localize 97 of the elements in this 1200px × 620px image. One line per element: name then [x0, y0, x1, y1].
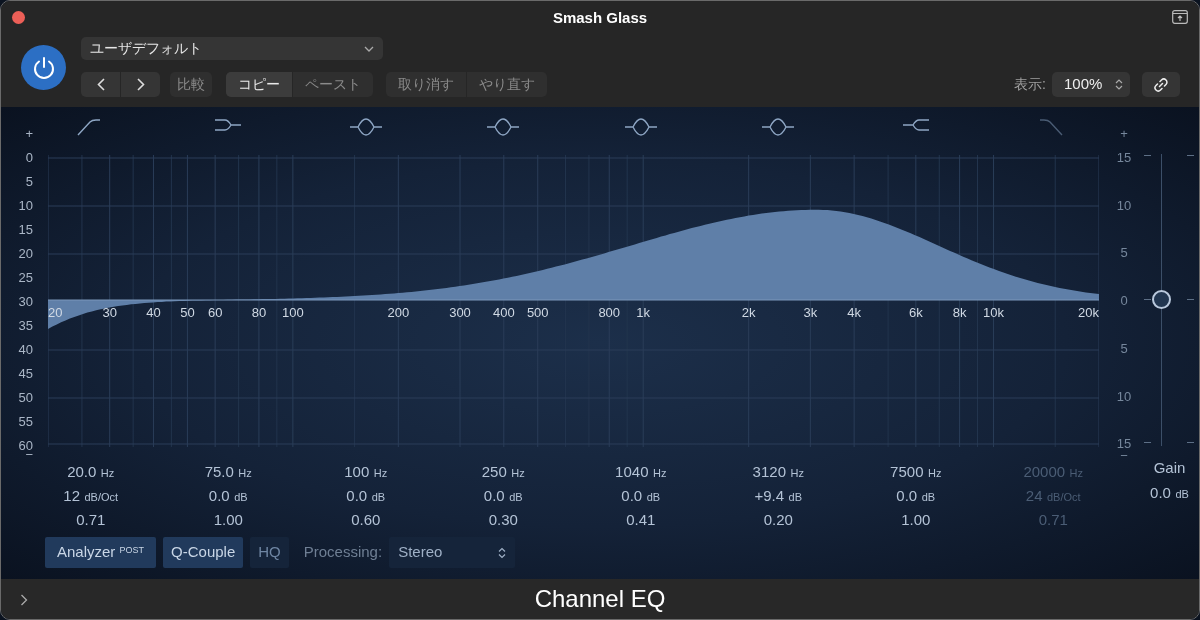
- preset-dropdown[interactable]: ユーザデフォルト: [81, 37, 383, 60]
- bell-icon[interactable]: [622, 117, 659, 137]
- scale-label: 5: [24, 174, 33, 190]
- gain-label: Gain: [1153, 458, 1186, 478]
- frequency-label: 2k: [740, 305, 757, 321]
- frequency-label: 6k: [907, 305, 924, 321]
- q-value[interactable]: 0.41: [626, 508, 656, 532]
- scale-label: 60: [17, 438, 33, 454]
- gain-value[interactable]: 0.0 dB: [208, 484, 248, 508]
- q-value[interactable]: 0.30: [488, 508, 518, 532]
- frequency-label: 4k: [846, 305, 862, 321]
- paste-button[interactable]: ペースト: [292, 72, 373, 97]
- copy-button[interactable]: コピー: [226, 72, 292, 97]
- scale-label: 15: [17, 222, 33, 238]
- chevron-down-icon: [364, 45, 374, 52]
- bell-icon[interactable]: [760, 117, 797, 137]
- frequency-label: 40: [145, 305, 162, 321]
- link-icon: [1153, 76, 1169, 93]
- gain-scale-label: 15: [1115, 150, 1133, 166]
- frequency-label: 100: [281, 305, 305, 321]
- scale-label: 40: [17, 342, 33, 358]
- gain-scale-label[interactable]: +: [1113, 126, 1135, 142]
- frequency-label: 80: [250, 305, 268, 321]
- frequency-label: 60: [206, 305, 224, 321]
- frequency-value[interactable]: 3120 Hz: [752, 459, 804, 484]
- gain-knob[interactable]: [1152, 289, 1171, 309]
- scale-label: 30: [17, 294, 33, 310]
- chevron-left-icon: [96, 78, 105, 91]
- frequency-value[interactable]: 75.0 Hz: [204, 459, 252, 484]
- frequency-value[interactable]: 100 Hz: [344, 459, 388, 484]
- frequency-label: 8k: [951, 305, 968, 321]
- stepper-icon: [498, 546, 507, 559]
- frequency-label: 400: [491, 305, 516, 321]
- chevron-right-icon: [136, 78, 145, 91]
- gain-value[interactable]: 0.0 dB: [346, 484, 386, 508]
- gain-value[interactable]: 12 dB/Oct: [63, 484, 119, 508]
- gain-scale-label: 10: [1115, 388, 1133, 405]
- export-icon[interactable]: [1172, 10, 1188, 24]
- analyzer-button[interactable]: Analyzer $^{POST}$: [45, 537, 157, 568]
- gain-value[interactable]: 0.0 dB: [896, 484, 936, 508]
- close-button[interactable]: [12, 11, 25, 24]
- frequency-value[interactable]: 1040 Hz: [615, 459, 667, 484]
- undo-button[interactable]: 取り消す: [386, 72, 466, 97]
- q-value[interactable]: 1.00: [901, 508, 931, 532]
- bell-icon[interactable]: [347, 117, 384, 137]
- frequency-label: 200: [386, 305, 411, 321]
- frequency-label: 300: [448, 305, 472, 321]
- q-value[interactable]: 1.00: [213, 508, 243, 532]
- q-value[interactable]: 0.20: [763, 508, 793, 532]
- frequency-label: 10k: [982, 305, 1005, 321]
- stepper-icon: [1115, 78, 1123, 91]
- scale-label: 20: [17, 246, 33, 262]
- chevron-right-icon[interactable]: [20, 594, 28, 606]
- gain-scale-label: 5: [1119, 340, 1129, 357]
- frequency-value[interactable]: 7500 Hz: [890, 459, 942, 484]
- scale-label: 35: [17, 318, 33, 334]
- scale-label[interactable]: +: [9, 126, 33, 142]
- gain-value[interactable]: +9.4 dB: [754, 484, 802, 508]
- scale-label: 0: [24, 150, 33, 166]
- link-button[interactable]: [1142, 72, 1180, 97]
- hq-button[interactable]: HQ: [250, 537, 289, 568]
- scale-label: 45: [17, 366, 33, 382]
- frequency-label: 1k: [635, 305, 652, 321]
- gain-value[interactable]: 0.0 dB: [621, 484, 661, 508]
- frequency-label: 3k: [802, 305, 819, 321]
- gain-value[interactable]: 0.0 dB: [483, 484, 523, 508]
- scale-label: 25: [17, 270, 33, 286]
- frequency-value[interactable]: 250 Hz: [481, 459, 525, 484]
- plugin-name: Channel EQ: [534, 584, 666, 614]
- redo-button[interactable]: やり直す: [466, 72, 547, 97]
- frequency-label: 20k: [1077, 305, 1099, 321]
- frequency-label: 30: [101, 305, 118, 321]
- q-value[interactable]: 0.71: [76, 508, 106, 532]
- scale-label: 10: [17, 198, 33, 214]
- compare-button[interactable]: 比較: [170, 72, 212, 97]
- q-value[interactable]: 0.60: [351, 508, 381, 532]
- gain-slider[interactable]: [1144, 154, 1194, 446]
- frequency-label: 500: [525, 305, 550, 321]
- scale-label: 55: [17, 414, 33, 430]
- output-gain-value[interactable]: 0.0 dB: [1150, 480, 1189, 504]
- q-couple-button[interactable]: Q-Couple: [163, 537, 244, 568]
- frequency-value[interactable]: 20.0 Hz: [67, 459, 115, 484]
- frequency-label: 20: [48, 305, 63, 321]
- bell-icon[interactable]: [485, 117, 522, 137]
- gain-scale-label: 5: [1119, 245, 1129, 262]
- window-title: Smash Glass: [552, 7, 648, 28]
- processing-select[interactable]: Stereo: [389, 537, 516, 568]
- power-button[interactable]: [21, 45, 66, 90]
- zoom-stepper[interactable]: 100%: [1052, 72, 1130, 97]
- scale-label: 50: [17, 390, 33, 406]
- frequency-label: 800: [597, 305, 622, 321]
- processing-label: Processing:: [303, 542, 383, 563]
- eq-graph[interactable]: [48, 155, 1099, 447]
- frequency-label: 50: [179, 305, 196, 321]
- view-label: 表示:: [1014, 75, 1046, 94]
- gain-scale-label: 10: [1115, 197, 1133, 214]
- gain-scale-label: 0: [1119, 293, 1129, 310]
